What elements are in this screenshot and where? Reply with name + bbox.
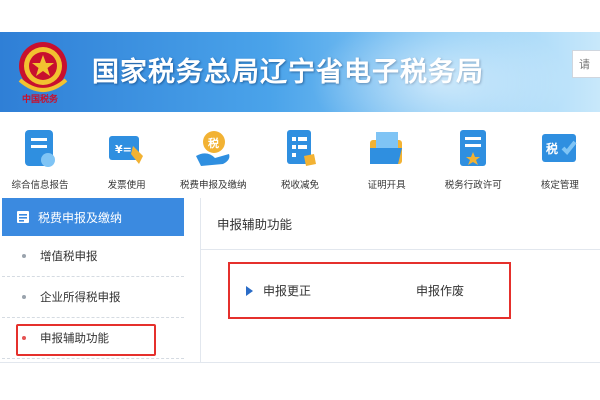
sidebar-item-corporate-income-tax[interactable]: 企业所得税申报 bbox=[2, 277, 184, 318]
search-box[interactable] bbox=[572, 50, 600, 78]
sidebar-list: 增值税申报 企业所得税申报 申报辅助功能 bbox=[2, 236, 184, 359]
tax-payment-icon: 税 bbox=[196, 131, 230, 166]
site-title: 国家税务总局辽宁省电子税务局 bbox=[92, 57, 484, 88]
nav-item-verification[interactable]: 税 核定管理 bbox=[522, 112, 598, 198]
sidebar-item-label: 申报辅助功能 bbox=[40, 331, 109, 345]
main-panel: 申报辅助功能 申报更正 申报作废 bbox=[200, 198, 600, 362]
nav-label: 核定管理 bbox=[540, 180, 579, 191]
nav-item-certificate[interactable]: 证明开具 bbox=[349, 112, 425, 198]
report-form-icon bbox=[25, 130, 55, 167]
nav-label: 税费申报及缴纳 bbox=[180, 180, 247, 191]
nav-item-license[interactable]: 税务行政许可 bbox=[435, 112, 511, 198]
certificate-folder-icon bbox=[369, 132, 402, 164]
svg-text:¥=: ¥= bbox=[115, 143, 132, 156]
nav-label: 税务行政许可 bbox=[444, 180, 502, 191]
bullet-icon bbox=[22, 336, 26, 340]
nav-label: 证明开具 bbox=[367, 180, 406, 191]
triangle-right-icon bbox=[246, 285, 253, 296]
document-list-icon bbox=[17, 211, 29, 223]
tax-relief-icon bbox=[286, 130, 316, 166]
function-nav: 综合信息报告 ¥= 发票使用 税 税费申报及缴纳 税收减免 证明开具 税务行政许… bbox=[0, 112, 600, 198]
bullet-icon bbox=[22, 254, 26, 258]
function-label: 申报作废 bbox=[416, 284, 465, 298]
nav-item-tax-relief[interactable]: 税收减免 bbox=[262, 112, 338, 198]
sidebar-item-label: 增值税申报 bbox=[40, 249, 98, 263]
svg-text:税: 税 bbox=[208, 136, 219, 150]
verification-icon: 税 bbox=[541, 134, 577, 162]
nav-label: 综合信息报告 bbox=[11, 180, 69, 191]
header-banner: 中国税务 国家税务总局辽宁省电子税务局 bbox=[0, 32, 600, 112]
divider bbox=[0, 362, 600, 363]
filing-correction-link[interactable]: 申报更正 bbox=[246, 282, 416, 299]
bullet-icon bbox=[22, 295, 26, 299]
nav-item-invoice[interactable]: ¥= 发票使用 bbox=[89, 112, 165, 198]
sidebar-header-label: 税费申报及缴纳 bbox=[38, 210, 123, 225]
invoice-icon: ¥= bbox=[108, 136, 143, 164]
sidebar-item-filing-assist[interactable]: 申报辅助功能 bbox=[2, 318, 184, 359]
search-input[interactable] bbox=[573, 51, 600, 77]
sidebar: 税费申报及缴纳 增值税申报 企业所得税申报 申报辅助功能 bbox=[2, 198, 184, 362]
panel-title: 申报辅助功能 bbox=[201, 198, 600, 250]
emblem-caption: 中国税务 bbox=[22, 95, 59, 105]
nav-item-report[interactable]: 综合信息报告 bbox=[2, 112, 78, 198]
function-label: 申报更正 bbox=[263, 284, 312, 298]
nav-item-tax-payment[interactable]: 税 税费申报及缴纳 bbox=[175, 112, 251, 198]
nav-label: 税收减免 bbox=[280, 180, 319, 191]
svg-text:税: 税 bbox=[546, 141, 558, 156]
sidebar-item-vat[interactable]: 增值税申报 bbox=[2, 236, 184, 277]
nav-label: 发票使用 bbox=[107, 180, 146, 191]
license-icon bbox=[460, 130, 487, 166]
filing-void-link[interactable]: 申报作废 bbox=[416, 282, 464, 299]
sidebar-header[interactable]: 税费申报及缴纳 bbox=[2, 198, 184, 236]
function-links-box: 申报更正 申报作废 bbox=[228, 262, 511, 319]
sidebar-item-label: 企业所得税申报 bbox=[40, 290, 121, 304]
